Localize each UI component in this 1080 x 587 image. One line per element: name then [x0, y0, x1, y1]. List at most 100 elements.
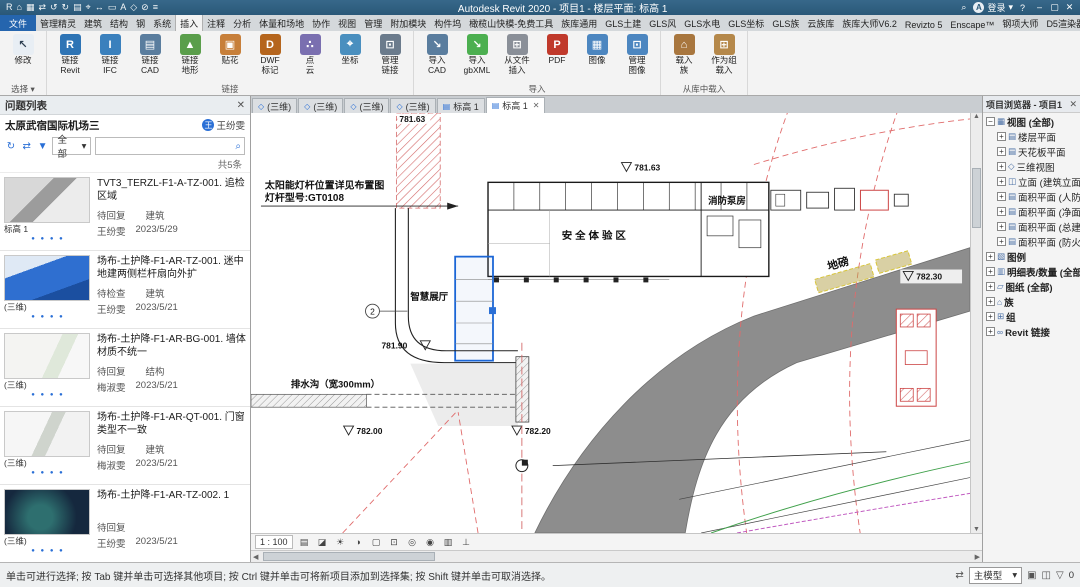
browser-item-sheets-all[interactable]: +▱图纸 (全部) — [983, 279, 1080, 294]
browser-item-area-plans-fire[interactable]: +▤面积平面 (防火分区面积) — [983, 234, 1080, 249]
sun-path-icon[interactable]: ☀ — [334, 537, 347, 548]
weighbridge-platform[interactable] — [896, 309, 936, 406]
expand-icon[interactable]: + — [997, 177, 1006, 186]
browser-item-area-plans-net[interactable]: +▤面积平面 (净面积) — [983, 204, 1080, 219]
view-tab-3d-1[interactable]: ◇(三维) — [252, 98, 297, 113]
decal-button[interactable]: ▣贴花 — [210, 33, 250, 76]
tab-manage[interactable]: 管理 — [360, 15, 386, 31]
issue-card[interactable]: (三维)● ● ● ●场布-土护降-F1-AR-BG-001. 墙体材质不统一待… — [0, 329, 250, 407]
view-tab-level-1-b[interactable]: ▤标高 1✕ — [486, 97, 546, 113]
tab-steel-master[interactable]: 钢项大师 — [998, 15, 1042, 31]
scroll-thumb[interactable] — [972, 168, 981, 228]
print-icon[interactable]: ▤ — [73, 0, 82, 15]
tab-component-dock[interactable]: 构件坞 — [430, 15, 465, 31]
manage-images-button[interactable]: ⊡管理 图像 — [617, 33, 657, 76]
tab-annotate[interactable]: 注释 — [203, 15, 229, 31]
manage-links-button[interactable]: ⊡管理 链接 — [370, 33, 410, 76]
visual-style-icon[interactable]: ◪ — [316, 537, 329, 548]
dwf-markup-button[interactable]: DDWF 标记 — [250, 33, 290, 76]
browser-item-families[interactable]: +⌂族 — [983, 294, 1080, 309]
sync-with-central-icon[interactable]: ⇄ — [38, 0, 46, 15]
tab-gls-family[interactable]: GLS族 — [768, 15, 803, 31]
expand-icon[interactable]: + — [986, 282, 995, 291]
view-scale-button[interactable]: 1 : 100 — [255, 535, 293, 549]
issue-card[interactable]: (三维)● ● ● ●场布-土护降-F1-AR-QT-001. 门窗类型不一致待… — [0, 407, 250, 485]
tag-icon[interactable]: ▭ — [108, 0, 117, 15]
close-panel-icon[interactable]: ✕ — [1069, 99, 1077, 110]
coordination-model-button[interactable]: ⌖坐标 — [330, 33, 370, 76]
tab-gls-coordinates[interactable]: GLS坐标 — [724, 15, 768, 31]
expand-icon[interactable]: + — [997, 162, 1006, 171]
expand-icon[interactable]: + — [997, 192, 1006, 201]
temporary-view-properties-icon[interactable]: ▥ — [442, 537, 455, 548]
insert-from-file-button[interactable]: ⊞从文件 插入 — [497, 33, 537, 76]
floor-plan-canvas[interactable]: 地磅 — [251, 113, 970, 533]
close-panel-icon[interactable]: ✕ — [237, 100, 245, 111]
signin-button[interactable]: A 登录 ▾ — [973, 1, 1013, 14]
aligned-dimension-icon[interactable]: ↔ — [95, 0, 104, 15]
close-button[interactable]: ✕ — [1062, 2, 1077, 13]
minimize-button[interactable]: – — [1032, 2, 1047, 13]
browser-item-groups[interactable]: +⊞组 — [983, 309, 1080, 324]
browser-item-area-plans-civil-defense[interactable]: +▤面积平面 (人防分区面积) — [983, 189, 1080, 204]
section-icon[interactable]: ⊘ — [141, 0, 149, 15]
view-tab-3d-4[interactable]: ◇(三维) — [390, 98, 435, 113]
issue-search-box[interactable]: ⌕ — [95, 137, 245, 155]
tab-glodon-quick-model[interactable]: 橄榄山快模-免费工具 — [465, 15, 557, 31]
view-tab-3d-2[interactable]: ◇(三维) — [298, 98, 343, 113]
expand-icon[interactable]: + — [986, 312, 995, 321]
tab-view[interactable]: 视图 — [334, 15, 360, 31]
tab-enscape[interactable]: Enscape™ — [946, 18, 998, 31]
load-as-group-button[interactable]: ⊞作为组 载入 — [704, 33, 744, 76]
scroll-up-icon[interactable]: ▲ — [973, 113, 980, 120]
default-3d-view-icon[interactable]: ◇ — [130, 0, 137, 15]
tab-d5-renderer[interactable]: D5渲染器 — [1042, 15, 1080, 31]
issue-filter-select[interactable]: 全部 ▾ — [52, 137, 91, 155]
view-tab-level-1-a[interactable]: ▤标高 1 — [437, 98, 485, 113]
measure-icon[interactable]: ⌖ — [86, 0, 91, 15]
workset-select[interactable]: 主模型 ▾ — [969, 567, 1022, 584]
vertical-scrollbar[interactable]: ▲ ▼ — [970, 113, 982, 533]
expand-icon[interactable]: + — [986, 267, 995, 276]
issue-thumbnail[interactable] — [4, 411, 90, 457]
tab-gls-civil[interactable]: GLS土建 — [601, 15, 645, 31]
tab-massing-site[interactable]: 体量和场地 — [255, 15, 308, 31]
modify-button[interactable]: ↖修改 — [3, 33, 43, 76]
load-family-button[interactable]: ⌂载入 族 — [664, 33, 704, 76]
expand-icon[interactable]: + — [986, 327, 995, 336]
search-icon[interactable]: ⌕ — [235, 141, 241, 152]
issue-thumbnail[interactable] — [4, 255, 90, 301]
design-options-icon[interactable]: ▣ — [1027, 570, 1036, 581]
expand-icon[interactable]: + — [997, 147, 1006, 156]
sync-icon[interactable]: ⇄ — [21, 141, 33, 152]
pdf-button[interactable]: PPDF — [537, 33, 577, 76]
browser-item-elevations-building[interactable]: +◫立面 (建筑立面) — [983, 174, 1080, 189]
link-cad-button[interactable]: ▤链接 CAD — [130, 33, 170, 76]
tab-revizto-5[interactable]: Revizto 5 — [901, 18, 947, 31]
undo-icon[interactable]: ↺ — [50, 0, 58, 15]
shadows-icon[interactable]: ◑ — [352, 537, 365, 547]
show-crop-region-icon[interactable]: ⊡ — [388, 537, 401, 548]
issue-card[interactable]: (三维)● ● ● ●场布-土护降-F1-AR-TZ-002. 1待回复王纷雯2… — [0, 485, 250, 562]
help-icon[interactable]: ? — [1020, 3, 1025, 13]
save-icon[interactable]: ▦ — [26, 0, 35, 15]
collapse-icon[interactable]: − — [986, 117, 995, 126]
thin-lines-icon[interactable]: ≡ — [153, 0, 158, 15]
refresh-icon[interactable]: ↻ — [5, 141, 17, 152]
temporary-hide-isolate-icon[interactable]: ◎ — [406, 537, 419, 548]
worksharing-icon[interactable]: ⇄ — [955, 570, 963, 581]
import-gbxml-button[interactable]: ↘导入 gbXML — [457, 33, 497, 76]
tab-architecture[interactable]: 建筑 — [80, 15, 106, 31]
maximize-button[interactable]: ▢ — [1047, 2, 1062, 13]
tab-manage-wizard[interactable]: 管理精灵 — [36, 15, 80, 31]
browser-item-ceiling-plans[interactable]: +▤天花板平面 — [983, 144, 1080, 159]
browser-item-schedules-quantities[interactable]: +▥明细表/数量 (全部) — [983, 264, 1080, 279]
text-icon[interactable]: A — [120, 0, 126, 15]
scroll-left-icon[interactable]: ◀ — [253, 553, 258, 561]
scroll-thumb[interactable] — [263, 552, 435, 561]
browser-item-floor-plans[interactable]: +▤楼层平面 — [983, 129, 1080, 144]
detail-level-icon[interactable]: ▤ — [298, 537, 311, 548]
browser-item-legends[interactable]: +▧图例 — [983, 249, 1080, 264]
reveal-hidden-elements-icon[interactable]: ◉ — [424, 537, 437, 548]
tab-gls-hvac[interactable]: GLS风 — [645, 15, 680, 31]
